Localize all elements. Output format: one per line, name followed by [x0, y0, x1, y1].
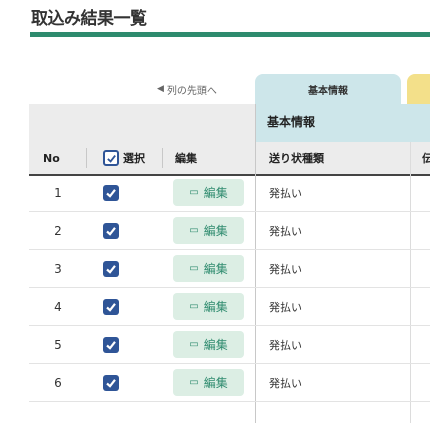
transfer-status-value: 発払い — [269, 224, 302, 238]
table-row: 2 ▭ 編集 発払い — [29, 212, 430, 250]
row-number: 6 — [54, 375, 62, 390]
row-select-checkbox[interactable] — [103, 298, 119, 315]
edit-icon: ▭ — [189, 301, 199, 312]
table-row: 3 ▭ 編集 発払い — [29, 250, 430, 288]
tab-basic-info[interactable]: 基本情報 — [255, 74, 401, 105]
edit-button-label: 編集 — [203, 262, 228, 276]
transfer-status-value: 発払い — [269, 262, 302, 276]
column-header-select-label: 選択 — [123, 152, 145, 165]
column-header-edit: 編集 — [175, 152, 197, 165]
edit-icon: ▭ — [189, 187, 199, 198]
column-header-no: No — [43, 151, 60, 165]
column-header-select: 選択 — [103, 142, 145, 174]
edit-button[interactable]: ▭ 編集 — [173, 255, 244, 282]
transfer-status-value: 発払い — [269, 300, 302, 314]
edit-button-label: 編集 — [203, 300, 228, 314]
edit-button-label: 編集 — [203, 338, 228, 352]
row-number: 3 — [54, 261, 62, 276]
edit-button[interactable]: ▭ 編集 — [173, 293, 244, 320]
row-number: 1 — [54, 185, 62, 200]
edit-button[interactable]: ▭ 編集 — [173, 217, 244, 244]
column-divider — [162, 148, 163, 168]
column-header-next: 伝 — [422, 152, 430, 165]
transfer-status-value: 発払い — [269, 376, 302, 390]
edit-button[interactable]: ▭ 編集 — [173, 369, 244, 396]
edit-icon: ▭ — [189, 225, 199, 236]
table-row: 1 ▭ 編集 発払い — [29, 174, 430, 212]
row-number: 4 — [54, 299, 62, 314]
tab-next[interactable] — [407, 74, 430, 105]
edit-button-label: 編集 — [203, 186, 228, 200]
row-number: 5 — [54, 337, 62, 352]
row-select-checkbox[interactable] — [103, 336, 119, 353]
row-number: 2 — [54, 223, 62, 238]
header-group-blank — [29, 104, 255, 142]
edit-button-label: 編集 — [203, 376, 228, 390]
scroll-to-first-column-label: 列の先頭へ — [166, 85, 217, 97]
column-header-transfer-status: 送り状種類 — [269, 152, 324, 165]
row-select-checkbox[interactable] — [103, 184, 119, 201]
edit-button[interactable]: ▭ 編集 — [173, 331, 244, 358]
column-divider — [86, 148, 87, 168]
table-row: 5 ▭ 編集 発払い — [29, 326, 430, 364]
row-select-checkbox[interactable] — [103, 374, 119, 391]
row-select-checkbox[interactable] — [103, 222, 119, 239]
chevron-left-icon: ◀ — [157, 84, 164, 94]
transfer-status-value: 発払い — [269, 186, 302, 200]
edit-icon: ▭ — [189, 263, 199, 274]
scroll-to-first-column-link[interactable]: ◀ 列の先頭へ — [157, 78, 217, 100]
column-header-row: No 選択 編集 送り状種類 伝 — [29, 142, 430, 176]
table-row: 6 ▭ 編集 発払い — [29, 364, 430, 402]
table-row: 4 ▭ 編集 発払い — [29, 288, 430, 326]
transfer-status-value: 発払い — [269, 338, 302, 352]
header-group-label: 基本情報 — [267, 115, 316, 129]
row-select-checkbox[interactable] — [103, 260, 119, 277]
title-underline — [30, 32, 430, 37]
edit-icon: ▭ — [189, 339, 199, 350]
header-group-basic-info: 基本情報 — [255, 104, 430, 142]
edit-button-label: 編集 — [203, 224, 228, 238]
edit-button[interactable]: ▭ 編集 — [173, 179, 244, 206]
select-all-checkbox[interactable] — [103, 150, 119, 166]
edit-icon: ▭ — [189, 377, 199, 388]
page-title: 取込み結果一覧 — [31, 9, 147, 29]
